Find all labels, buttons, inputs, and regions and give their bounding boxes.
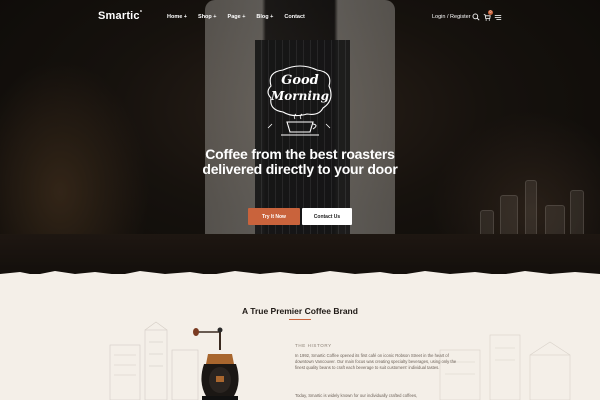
menu-item-shop[interactable]: Shop + (198, 14, 217, 20)
badge-line-2: Morning (270, 89, 329, 103)
menu-item-contact[interactable]: Contact (284, 14, 304, 20)
logo-text: Smartic (98, 10, 140, 22)
menu-icon[interactable] (494, 13, 502, 21)
menu-item-page[interactable]: Page + (228, 14, 246, 20)
history-paragraph-2: Today, Smartic is widely known for our i… (295, 393, 418, 398)
hero-headline: Coffee from the best roasters delivered … (202, 146, 398, 177)
menu-item-blog[interactable]: Blog + (256, 14, 273, 20)
title-underline (289, 319, 311, 320)
section-title: A True Premier Coffee Brand (242, 306, 358, 316)
logo-mark: ° (139, 10, 143, 17)
search-icon[interactable] (472, 13, 480, 21)
history-kicker: THE HISTORY (295, 343, 332, 348)
torn-paper-divider (0, 271, 600, 278)
login-register-link[interactable]: Login / Register (432, 14, 471, 20)
cart-count-badge: 0 (488, 10, 493, 15)
try-it-now-button[interactable]: Try It Now (248, 208, 300, 225)
main-menu: Home + Shop + Page + Blog + Contact (167, 14, 305, 20)
history-paragraph: In 1992, Smartic Coffee opened its first… (295, 353, 457, 370)
menu-item-home[interactable]: Home + (167, 14, 187, 20)
good-morning-badge: Good Morning (263, 64, 337, 138)
coffee-grinder-image (193, 327, 239, 400)
top-navigation: Smartic° Home + Shop + Page + Blog + Con… (0, 0, 600, 36)
site-logo[interactable]: Smartic° (98, 10, 142, 22)
contact-us-button[interactable]: Contact Us (302, 208, 352, 225)
badge-line-1: Good (281, 73, 319, 88)
